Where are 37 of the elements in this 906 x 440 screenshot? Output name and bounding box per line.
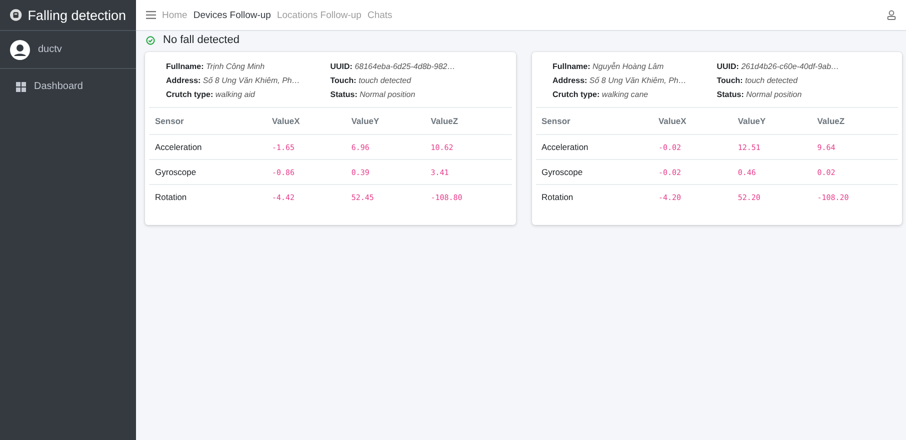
grid-icon <box>16 82 26 92</box>
device-field: UUID: 261d4b26-c60e-40df-9ab… <box>716 62 881 71</box>
table-cell: Acceleration <box>149 134 266 160</box>
user-icon[interactable] <box>887 10 896 20</box>
status-message: No fall detected <box>163 34 240 46</box>
menu-icon[interactable] <box>146 11 156 19</box>
sidebar-item[interactable]: Dashboard <box>8 77 128 96</box>
device-field: Crutch type: walking aid <box>166 90 330 99</box>
table-cell: Acceleration <box>536 134 652 160</box>
column-header: ValueX <box>652 108 732 134</box>
nav-link[interactable]: Devices Follow-up <box>193 10 271 20</box>
table-cell: Gyroscope <box>536 160 652 184</box>
device-field: Address: Số 8 Ung Văn Khiêm, Ph… <box>166 76 330 85</box>
device-field: Status: Normal position <box>716 90 881 99</box>
device-field: Status: Normal position <box>330 90 494 99</box>
column-header: ValueZ <box>424 108 512 134</box>
device-field: UUID: 68164eba-6d25-4d8b-982… <box>330 62 494 71</box>
device-field: Touch: touch detected <box>716 76 881 85</box>
table-cell: Rotation <box>149 184 266 209</box>
device-field: Fullname: Nguyễn Hoàng Lâm <box>552 62 717 71</box>
device-field: Address: Số 8 Ung Văn Khiêm, Ph… <box>552 76 717 85</box>
column-header: Sensor <box>536 108 652 134</box>
device-field: Touch: touch detected <box>330 76 494 85</box>
device-field: Crutch type: walking cane <box>552 90 717 99</box>
column-header: Sensor <box>149 108 266 134</box>
user-name[interactable]: ductv <box>38 44 62 55</box>
logo-icon <box>10 6 22 24</box>
table-cell: Gyroscope <box>149 160 266 184</box>
column-header: ValueX <box>266 108 346 134</box>
device-field: Fullname: Trịnh Công Minh <box>166 62 330 71</box>
table-cell: Rotation <box>536 184 652 209</box>
brand-title: Falling detection <box>28 8 126 22</box>
check-circle-icon <box>146 36 155 44</box>
column-header: ValueY <box>345 108 425 134</box>
user-avatar-icon <box>10 40 30 60</box>
column-header: ValueZ <box>811 108 898 134</box>
column-header: ValueY <box>732 108 812 134</box>
